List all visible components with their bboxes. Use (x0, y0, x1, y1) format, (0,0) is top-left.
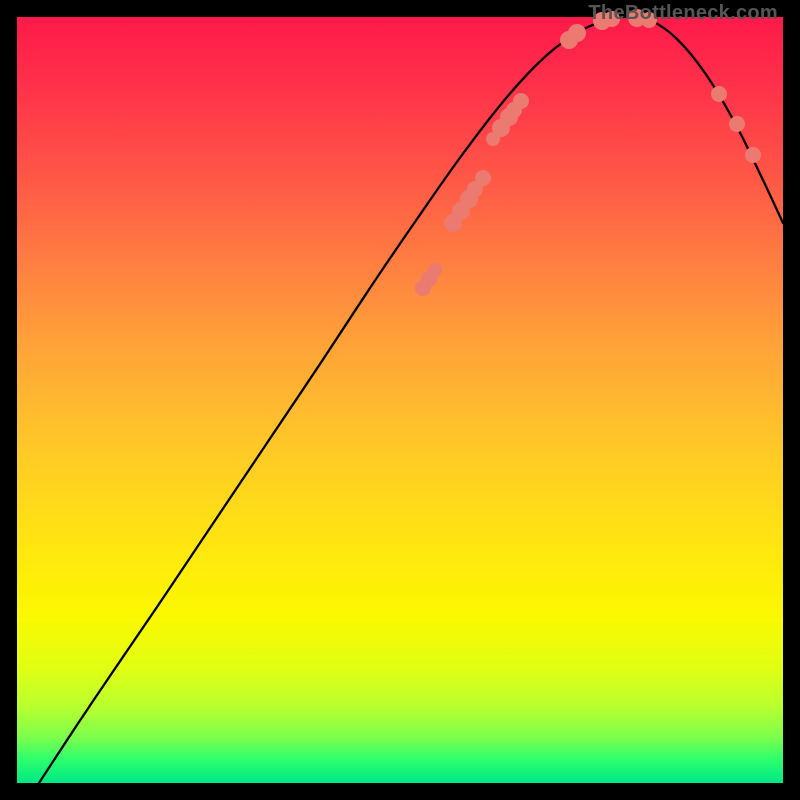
chart-overlay (17, 17, 783, 783)
highlight-dot (745, 147, 761, 163)
highlight-dot (711, 86, 727, 102)
highlight-dot (513, 93, 529, 109)
highlight-dot (568, 24, 586, 42)
highlight-dot (475, 170, 491, 186)
highlight-dot (729, 116, 745, 132)
highlight-dot (428, 263, 442, 277)
bottleneck-curve (39, 17, 783, 783)
watermark-text: TheBottleneck.com (588, 2, 778, 25)
highlight-dots-group (415, 9, 761, 296)
